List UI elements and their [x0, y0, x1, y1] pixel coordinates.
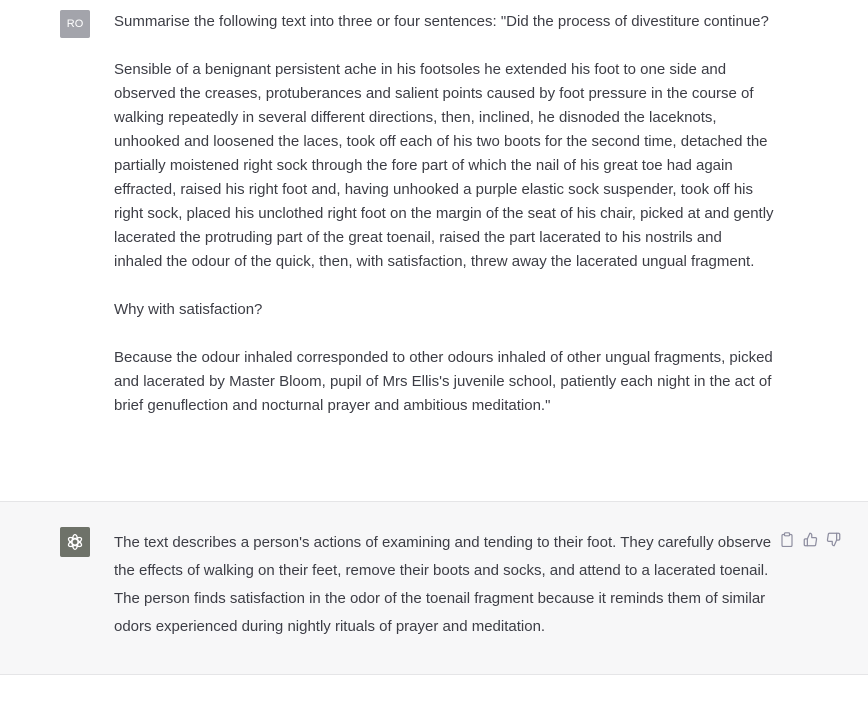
- thumbs-up-button[interactable]: [802, 531, 818, 547]
- user-paragraph-passage: Sensible of a benignant persistent ache …: [114, 61, 774, 270]
- user-paragraph-question: Why with satisfaction?: [114, 301, 263, 318]
- message-actions: [779, 531, 841, 547]
- user-paragraph-prompt: Summarise the following text into three …: [114, 13, 769, 30]
- thumbs-down-icon: [826, 532, 840, 546]
- user-message: RO Summarise the following text into thr…: [0, 0, 868, 501]
- assistant-message-text: The text describes a person's actions of…: [114, 534, 772, 635]
- thumbs-down-button[interactable]: [825, 531, 841, 547]
- user-avatar: RO: [60, 10, 90, 38]
- assistant-message: The text describes a person's actions of…: [0, 501, 868, 675]
- user-message-text: Summarise the following text into three …: [114, 10, 774, 418]
- openai-logo-icon: [67, 534, 83, 550]
- copy-button[interactable]: [779, 531, 795, 547]
- assistant-avatar: [60, 527, 90, 557]
- thumbs-up-icon: [803, 532, 817, 546]
- clipboard-icon: [781, 531, 793, 547]
- user-paragraph-answer: Because the odour inhaled corresponded t…: [114, 349, 773, 414]
